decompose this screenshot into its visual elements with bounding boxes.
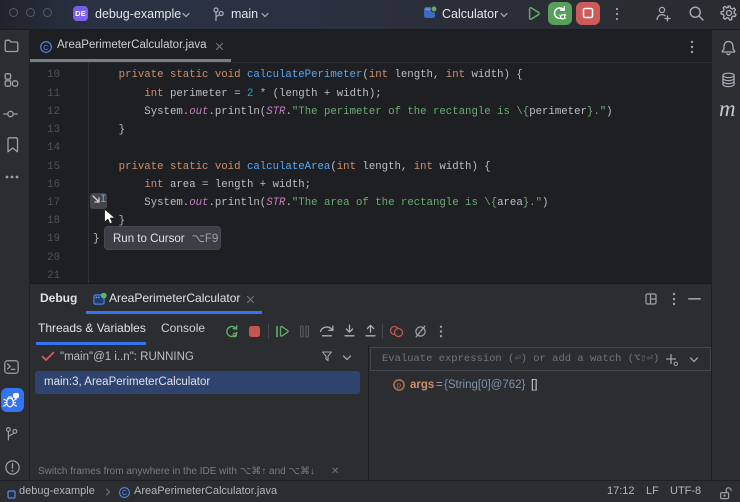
svg-text:C: C (43, 43, 49, 52)
svg-text:C: C (122, 490, 127, 497)
svg-text:p: p (397, 381, 401, 390)
